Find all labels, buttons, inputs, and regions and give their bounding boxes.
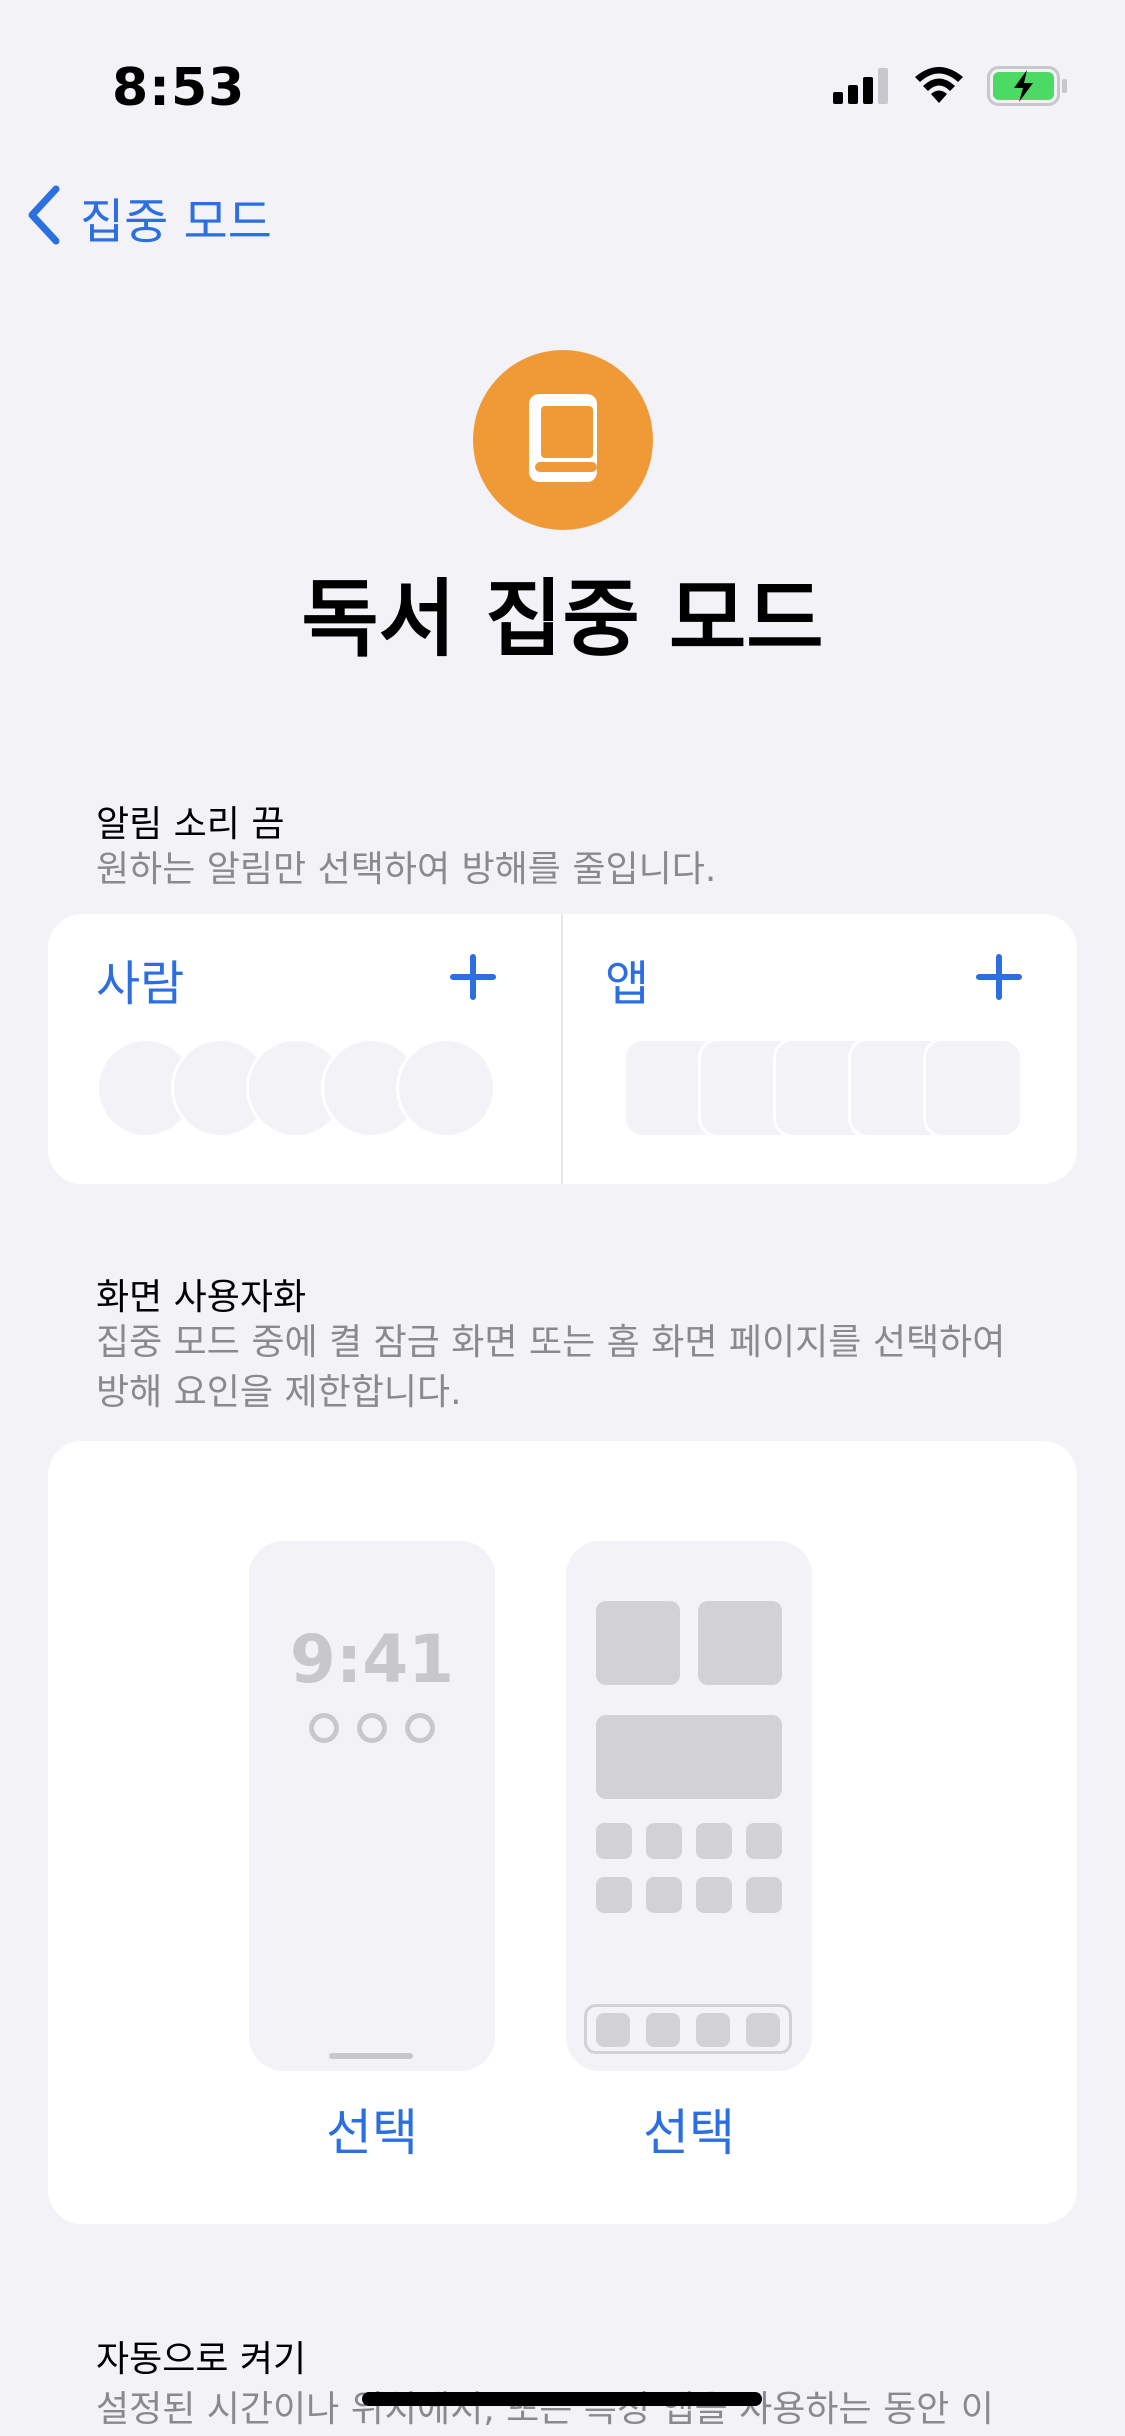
battery-charging-icon: [987, 66, 1069, 110]
chevron-left-icon: [26, 185, 62, 249]
apps-section[interactable]: 앱: [563, 914, 1077, 1184]
people-section[interactable]: 사람: [48, 914, 560, 1184]
app-icon-placeholder: [596, 1823, 632, 1859]
widget-placeholder: [698, 1601, 782, 1685]
silence-notifications-card: 사람 앱: [48, 914, 1077, 1184]
app-icon-placeholder: [746, 1823, 782, 1859]
app-placeholder: [923, 1038, 1023, 1138]
auto-on-section-title: 자동으로 켜기: [96, 2339, 307, 2380]
dock-app-placeholder: [746, 2013, 780, 2047]
app-icon-placeholder: [696, 1877, 732, 1913]
people-label: 사람: [96, 956, 185, 1012]
app-icon-placeholder: [746, 1877, 782, 1913]
screens-section-title: 화면 사용자화: [96, 1277, 307, 1318]
dock-app-placeholder: [596, 2013, 630, 2047]
cellular-signal-icon: [833, 68, 891, 108]
widget-ring-icon: [357, 1713, 387, 1743]
home-screen-select-button[interactable]: 선택: [566, 2093, 812, 2165]
add-apps-button[interactable]: [976, 948, 1022, 1010]
home-indicator: [329, 2053, 413, 2059]
dock-app-placeholder: [646, 2013, 680, 2047]
app-icon-placeholder: [646, 1877, 682, 1913]
widget-placeholder: [596, 1601, 680, 1685]
widget-placeholder: [596, 1715, 782, 1799]
focus-mode-icon: [473, 350, 653, 530]
contact-placeholder: [396, 1038, 496, 1138]
lock-screen-select-button[interactable]: 선택: [249, 2093, 495, 2165]
notifications-section-description: 원하는 알림만 선택하여 방해를 줄입니다.: [96, 849, 717, 890]
lock-screen-preview[interactable]: 9:41: [249, 1541, 495, 2071]
dock: [584, 2004, 792, 2054]
status-time: 8:53: [112, 58, 246, 118]
back-button[interactable]: 집중 모드: [26, 182, 272, 252]
page-title: 독서 집중 모드: [301, 570, 824, 668]
app-icon-placeholder: [596, 1877, 632, 1913]
book-icon: [525, 392, 601, 488]
customize-screens-card: 9:41 선택 선택: [48, 1441, 1077, 2224]
screens-section-description-line1: 집중 모드 중에 켤 잠금 화면 또는 홈 화면 페이지를 선택하여: [96, 1322, 1006, 1363]
screens-section-description-line2: 방해 요인을 제한합니다.: [96, 1372, 462, 1413]
home-screen-preview[interactable]: [566, 1541, 812, 2071]
apps-label: 앱: [605, 956, 650, 1012]
home-indicator-bar[interactable]: [362, 2392, 762, 2406]
auto-on-section-description: 설정된 시간이나 위치에서, 또는 특정 앱을 사용하는 동안 이: [96, 2389, 994, 2430]
notifications-section-title: 알림 소리 끔: [96, 804, 285, 845]
app-icon-placeholder: [696, 1823, 732, 1859]
wifi-icon: [913, 67, 965, 109]
widget-ring-icon: [405, 1713, 435, 1743]
app-icon-placeholder: [646, 1823, 682, 1859]
dock-app-placeholder: [696, 2013, 730, 2047]
add-people-button[interactable]: [450, 948, 496, 1010]
status-icons: [833, 64, 1069, 112]
lock-screen-time: 9:41: [289, 1621, 455, 1698]
widget-ring-icon: [309, 1713, 339, 1743]
back-label: 집중 모드: [80, 194, 272, 250]
